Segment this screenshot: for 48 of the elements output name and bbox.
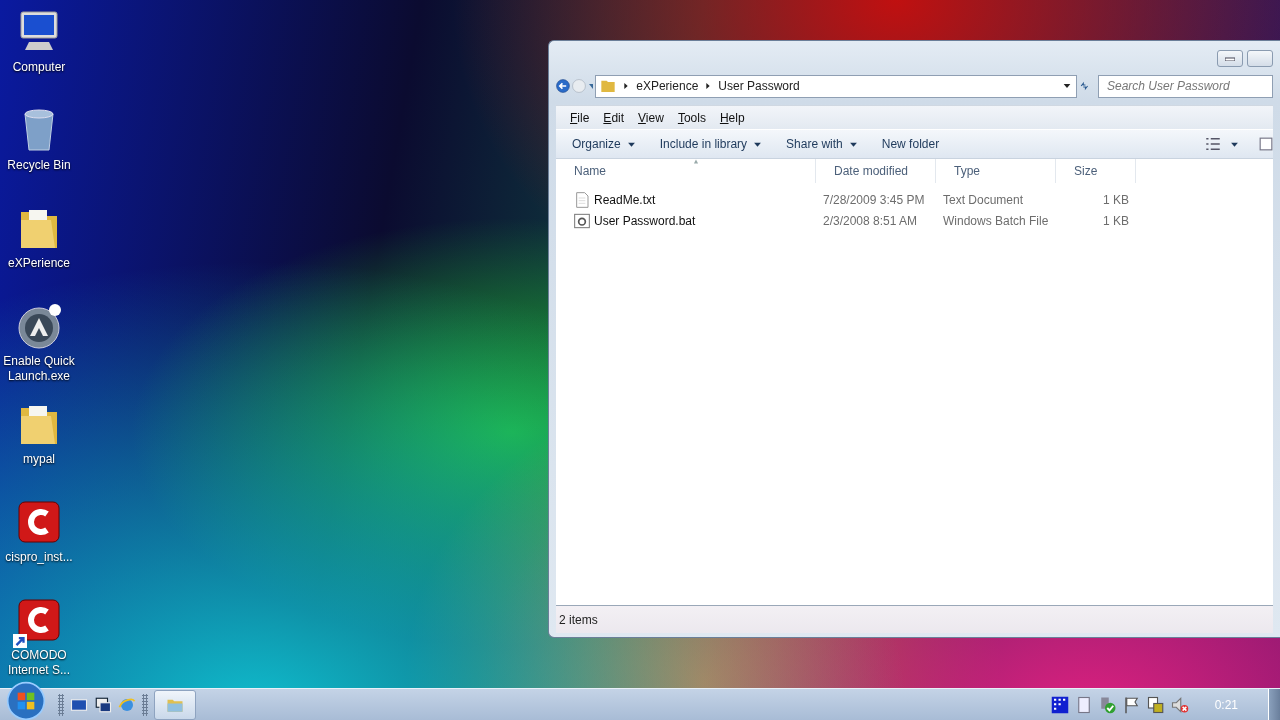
grid-icon[interactable] [1050, 695, 1069, 714]
folder-icon [600, 78, 617, 94]
toolbar-button[interactable]: Organize [560, 135, 648, 153]
icon-label[interactable]: Computer [12, 60, 66, 75]
network-icon[interactable] [1146, 695, 1165, 714]
security-app-icon[interactable] [15, 498, 63, 546]
windows-icon[interactable] [94, 695, 112, 714]
icon-label[interactable]: eXPerience [7, 256, 70, 271]
type-cell-text: Text Document [942, 191, 1025, 209]
size-cell-text: 1 KB [1102, 212, 1130, 230]
breadcrumb[interactable]: User Password [718, 77, 800, 95]
breadcrumb[interactable]: eXPerience [636, 77, 699, 95]
mute-icon[interactable] [1170, 695, 1189, 714]
date-cell-text: 2/3/2008 8:51 AM [822, 212, 919, 230]
minimize-button[interactable] [1217, 50, 1243, 67]
file-name[interactable]: ReadMe.txt [594, 190, 656, 209]
toolbar-button[interactable]: Include in library [647, 135, 775, 153]
menu-item[interactable]: Edit [597, 108, 631, 127]
view-options-icon[interactable] [1204, 135, 1222, 153]
date-cell-text: 7/28/2009 3:45 PM [822, 191, 926, 209]
icon-label[interactable]: Enable Quick Launch.exe [0, 354, 78, 384]
show-desktop-button[interactable] [1268, 688, 1280, 720]
minimize-icon [1225, 56, 1235, 61]
size-cell-text: 1 KB [1102, 191, 1130, 209]
search-field[interactable]: Search User Password [1098, 74, 1273, 98]
shield-check-icon[interactable] [1098, 695, 1117, 714]
preview-pane-icon[interactable] [1259, 135, 1273, 153]
icon-label[interactable]: cispro_inst... [5, 550, 73, 565]
menu-item[interactable]: Help [713, 108, 751, 127]
icon-label[interactable]: Recycle Bin [7, 158, 71, 173]
security-app-icon[interactable] [15, 596, 63, 644]
toolbar-button[interactable]: Share with [774, 135, 870, 153]
type-cell-text: Windows Batch File [942, 212, 1050, 230]
maximize-button[interactable] [1247, 50, 1273, 67]
status-text: 2 items [559, 611, 598, 629]
flag-icon[interactable] [1122, 695, 1141, 714]
icon-label[interactable]: mypal [23, 452, 55, 467]
gear-file-icon [574, 212, 590, 229]
menu-item[interactable]: View [632, 108, 670, 127]
toolbar-button[interactable]: New folder [869, 135, 952, 153]
address-bar[interactable]: eXPerience User Password [595, 74, 1078, 98]
text-file-icon [574, 191, 590, 208]
icon-label[interactable]: COMODO Internet S... [0, 648, 78, 678]
app-icon[interactable] [15, 302, 63, 350]
menu-item[interactable]: Tools [671, 108, 712, 127]
start-button[interactable] [6, 680, 46, 720]
file-name[interactable]: User Password.bat [594, 211, 696, 230]
menu-item[interactable]: File [564, 108, 596, 127]
